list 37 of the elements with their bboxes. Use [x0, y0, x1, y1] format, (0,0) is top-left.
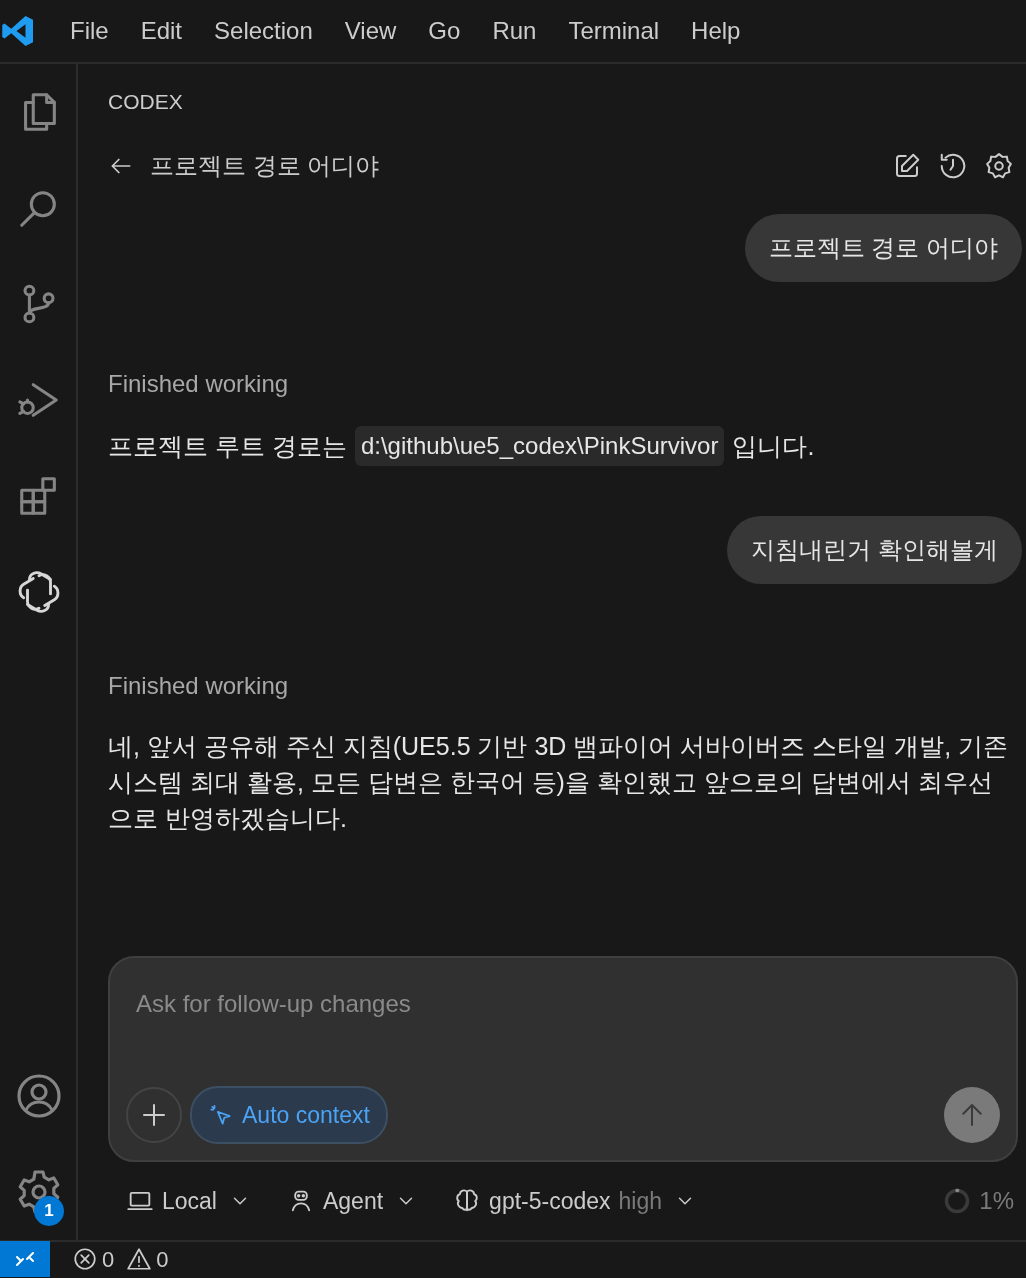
- menu-item[interactable]: Help: [675, 13, 757, 49]
- inline-code: d:\github\ue5_codex\PinkSurvivor: [354, 426, 725, 466]
- error-icon: [72, 1246, 98, 1272]
- add-button[interactable]: [126, 1087, 182, 1143]
- menu-item[interactable]: Edit: [124, 13, 199, 49]
- user-message: 지침내린거 확인해볼게: [727, 516, 1022, 584]
- progress-ring-icon: [943, 1187, 972, 1215]
- warning-icon: [126, 1246, 153, 1272]
- model-dropdown[interactable]: gpt-5-codex high: [435, 1183, 715, 1219]
- account-icon[interactable]: [15, 1072, 63, 1120]
- logo-icon: [0, 13, 36, 49]
- menu-item[interactable]: Go: [412, 13, 477, 49]
- menu-item[interactable]: View: [328, 13, 413, 49]
- thread-title: 프로젝트 경로 어디야: [150, 151, 381, 181]
- assistant-message: 네, 앞서 공유해 주신 지침(UE5.5 기반 3D 뱀파이어 서바이버즈 스타일 개발, 기존 시스템 최대 활용, 모든 답변은 한국어 등)을 확인했고 앞으로의 답변에서 최우선으로 반영하겠습니다.: [108, 731, 1010, 834]
- auto-context-chip[interactable]: Auto context: [190, 1086, 388, 1144]
- usage-percent: 1%: [979, 1186, 1014, 1216]
- mode-dropdown[interactable]: Agent: [269, 1183, 436, 1219]
- assistant-message: 프로젝트 루트 경로는: [108, 431, 347, 462]
- settings-icon[interactable]: [984, 151, 1014, 181]
- environment-dropdown[interactable]: Local: [108, 1183, 269, 1219]
- problems-button[interactable]: 0 0: [66, 1241, 175, 1277]
- menu-item[interactable]: Selection: [198, 13, 329, 49]
- user-message: 프로젝트 경로 어디야: [744, 214, 1022, 282]
- menu-item[interactable]: File: [54, 13, 125, 49]
- status-text: Finished working: [108, 369, 290, 399]
- panel-title: CODEX: [108, 89, 184, 115]
- knot-logo-icon[interactable]: [16, 569, 62, 615]
- send-button[interactable]: [944, 1087, 1000, 1143]
- menu-item[interactable]: Run: [476, 13, 553, 49]
- remote-button[interactable]: [0, 1241, 50, 1277]
- history-icon[interactable]: [938, 151, 968, 181]
- message-input[interactable]: Ask for follow-up changes: [126, 980, 1000, 1028]
- assistant-message: 입니다.: [732, 431, 815, 462]
- menu-item[interactable]: Terminal: [552, 13, 676, 49]
- notification-badge: 1: [34, 1196, 64, 1226]
- status-text: Finished working: [108, 671, 290, 701]
